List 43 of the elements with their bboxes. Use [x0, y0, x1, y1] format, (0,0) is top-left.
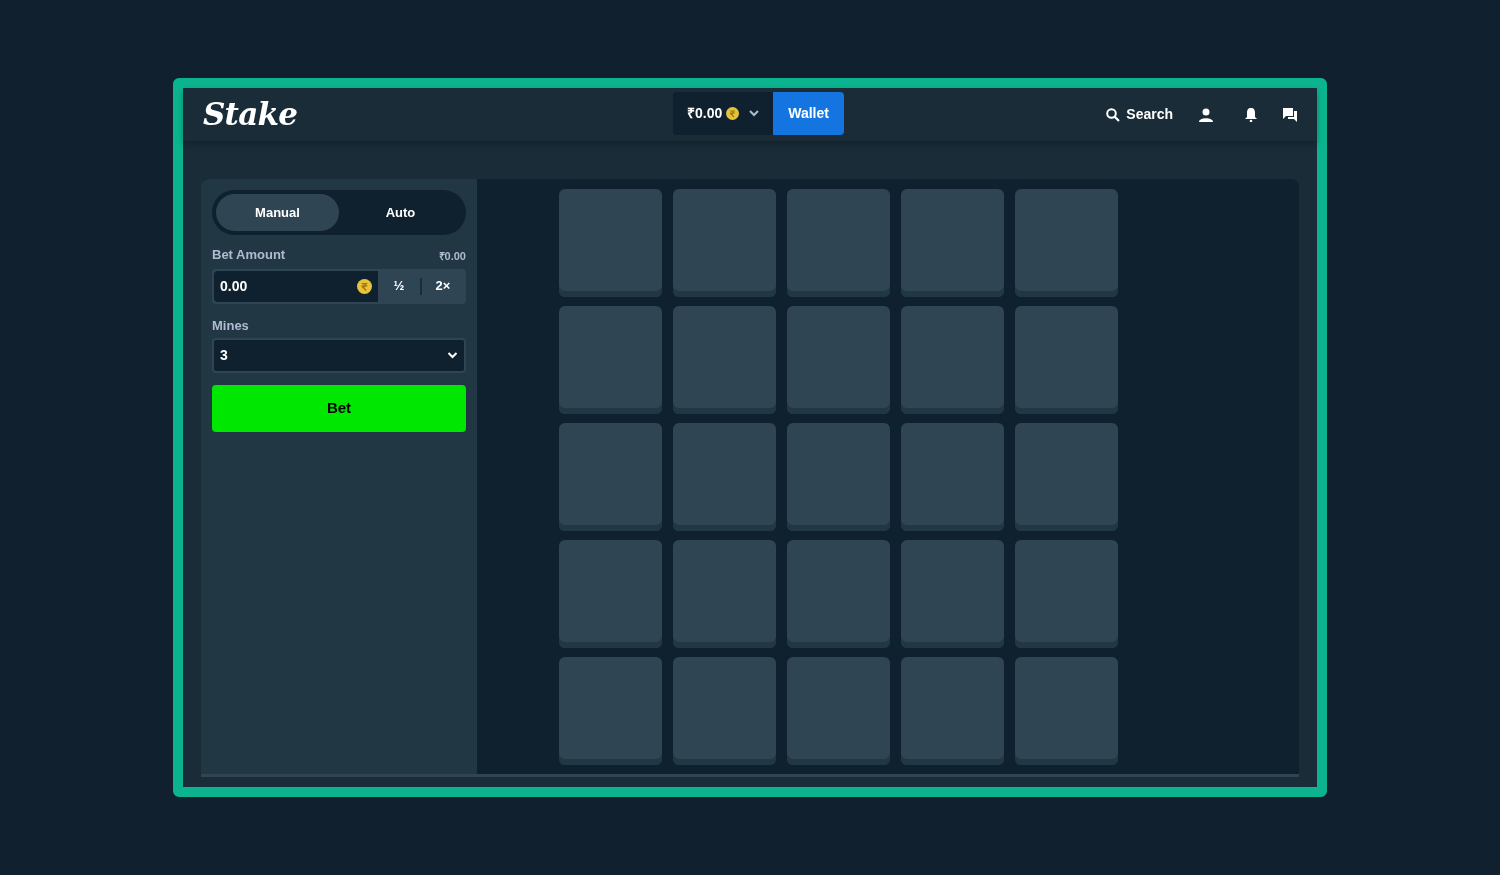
hidden-tile[interactable]	[1014, 423, 1118, 531]
hidden-tile[interactable]	[900, 540, 1004, 648]
hidden-tile[interactable]	[1014, 657, 1118, 765]
hidden-tile[interactable]	[900, 423, 1004, 531]
mode-tab[interactable]: Manual	[216, 194, 339, 231]
hidden-tile[interactable]	[672, 189, 776, 297]
hidden-tile[interactable]	[786, 540, 890, 648]
rupee-coin-icon	[726, 107, 740, 120]
hidden-tile[interactable]	[558, 423, 662, 531]
hidden-tile[interactable]	[1014, 189, 1118, 297]
hidden-tile[interactable]	[786, 189, 890, 297]
balance-selector[interactable]: ₹0.00	[673, 92, 774, 135]
hidden-tile[interactable]	[786, 306, 890, 414]
hidden-tile[interactable]	[900, 657, 1004, 765]
hidden-tile[interactable]	[900, 306, 1004, 414]
field-label: Bet Amount	[212, 246, 286, 264]
hidden-tile[interactable]	[672, 540, 776, 648]
hidden-tile[interactable]	[558, 189, 662, 297]
search-icon	[1106, 107, 1121, 122]
hidden-tile[interactable]	[672, 306, 776, 414]
user-icon[interactable]	[1199, 107, 1213, 122]
hidden-tile[interactable]	[672, 657, 776, 765]
field-label: Mines	[212, 316, 250, 335]
hidden-tile[interactable]	[672, 423, 776, 531]
logo[interactable]: Stake	[203, 91, 298, 138]
bet-button[interactable]: Bet	[212, 385, 466, 432]
mines-dropdown[interactable]: 3	[212, 338, 466, 373]
hidden-tile[interactable]	[900, 189, 1004, 297]
bell-icon[interactable]	[1245, 107, 1257, 122]
wallet-button[interactable]: Wallet	[773, 92, 844, 135]
chevron-down-icon	[447, 352, 458, 359]
hidden-tile[interactable]	[558, 657, 662, 765]
chat-icon[interactable]	[1283, 107, 1297, 122]
hidden-tile[interactable]	[786, 423, 890, 531]
search-button[interactable]: Search	[1106, 104, 1173, 125]
hidden-tile[interactable]	[1014, 306, 1118, 414]
hidden-tile[interactable]	[558, 306, 662, 414]
chevron-down-icon	[749, 110, 760, 117]
hidden-tile[interactable]	[1014, 540, 1118, 648]
hidden-tile[interactable]	[558, 540, 662, 648]
mode-tab[interactable]: Auto	[339, 194, 462, 231]
hidden-tile[interactable]	[786, 657, 890, 765]
balance-text: ₹0.00	[438, 249, 466, 264]
